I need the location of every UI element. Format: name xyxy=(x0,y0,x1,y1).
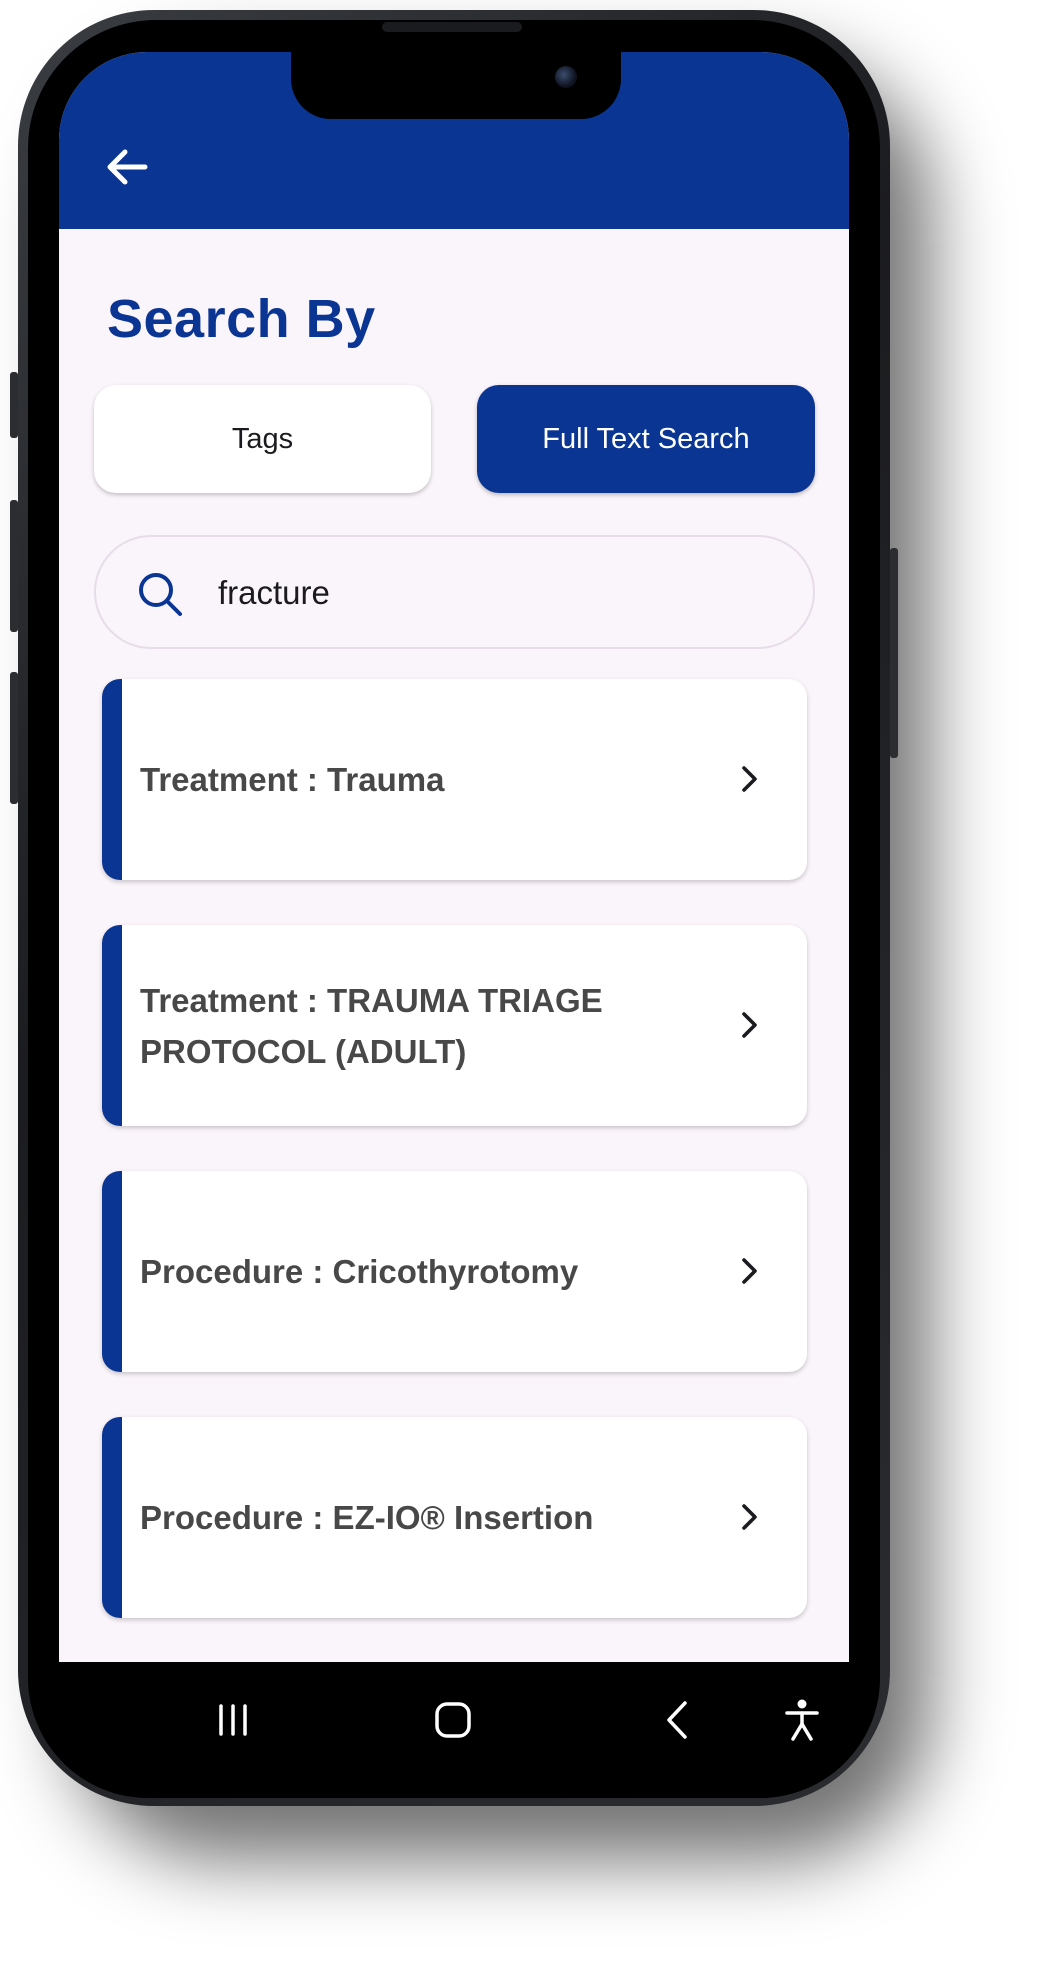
result-card[interactable]: Procedure : Cricothyrotomy xyxy=(102,1171,807,1372)
result-card[interactable]: Treatment : TRAUMA TRIAGE PROTOCOL (ADUL… xyxy=(102,925,807,1126)
back-button[interactable] xyxy=(101,141,153,193)
camera-notch xyxy=(291,52,621,119)
card-accent-bar xyxy=(102,1171,122,1372)
system-nav-bar xyxy=(28,1662,880,1798)
tags-tab-button[interactable]: Tags xyxy=(94,385,431,493)
earpiece-speaker xyxy=(382,22,522,32)
chevron-right-icon xyxy=(742,1258,757,1284)
accessibility-button[interactable] xyxy=(772,1690,832,1750)
page-title: Search By xyxy=(107,289,376,349)
accessibility-icon xyxy=(785,1699,819,1741)
result-label: Procedure : EZ-IO® Insertion xyxy=(140,1499,594,1536)
arrow-left-icon xyxy=(107,149,148,185)
front-camera xyxy=(555,66,577,88)
volume-up-button xyxy=(10,500,18,632)
full-text-search-tab-label: Full Text Search xyxy=(542,422,750,455)
card-accent-bar xyxy=(102,679,122,880)
chevron-right-icon xyxy=(742,1504,757,1530)
result-card[interactable]: Procedure : EZ-IO® Insertion xyxy=(102,1417,807,1618)
home-button[interactable] xyxy=(423,1690,483,1750)
recents-icon xyxy=(219,1704,247,1736)
full-text-search-tab-button[interactable]: Full Text Search xyxy=(477,385,815,493)
result-card[interactable]: Treatment : Trauma xyxy=(102,679,807,880)
app-screen: Search By Tags Full Text Search Treatmen… xyxy=(59,52,849,1662)
home-icon xyxy=(435,1702,471,1738)
chevron-right-icon xyxy=(742,1012,757,1038)
result-label: Procedure : Cricothyrotomy xyxy=(140,1253,579,1290)
search-icon xyxy=(139,573,182,616)
result-label: Treatment : Trauma xyxy=(140,761,445,798)
volume-down-button xyxy=(10,672,18,804)
back-icon xyxy=(667,1701,687,1739)
result-label: Treatment : TRAUMA TRIAGE PROTOCOL (ADUL… xyxy=(140,981,603,1070)
power-button xyxy=(890,548,898,758)
search-bar[interactable] xyxy=(94,535,815,649)
search-input[interactable] xyxy=(218,563,778,623)
tags-tab-label: Tags xyxy=(231,422,294,455)
card-accent-bar xyxy=(102,925,122,1126)
chevron-right-icon xyxy=(742,766,757,792)
system-back-button[interactable] xyxy=(646,1690,706,1750)
card-accent-bar xyxy=(102,1417,122,1618)
silent-switch xyxy=(10,372,18,438)
recents-button[interactable] xyxy=(203,1690,263,1750)
